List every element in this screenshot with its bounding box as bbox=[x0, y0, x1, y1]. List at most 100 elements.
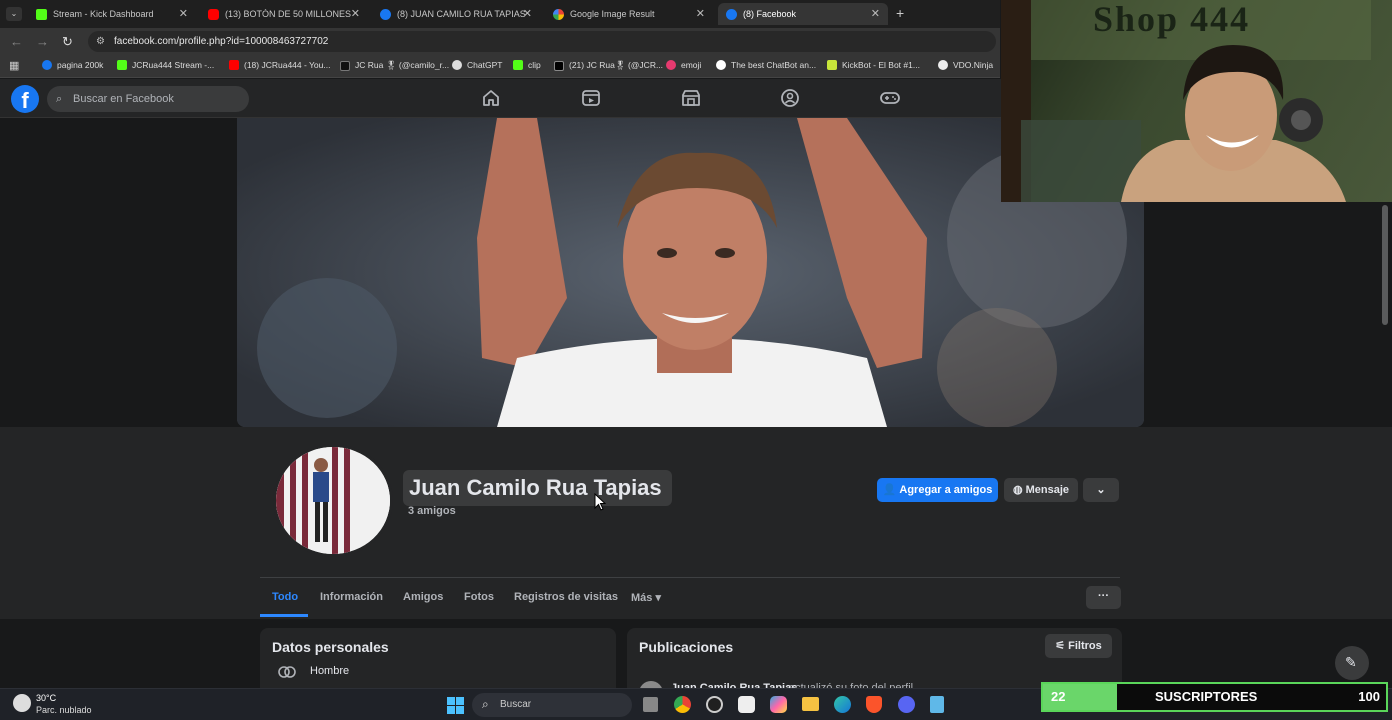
tab-title: (8) Facebook bbox=[743, 9, 797, 19]
subscriber-goal: 100 bbox=[1358, 689, 1380, 704]
tab-list-chevron-icon[interactable]: ⌄ bbox=[6, 7, 22, 21]
clip-icon bbox=[513, 60, 523, 70]
bookmark-item[interactable]: clip bbox=[513, 60, 541, 70]
compose-button[interactable]: ✎ bbox=[1335, 646, 1369, 680]
tab-title: (13) BOTÓN DE 50 MILLONES bbox=[225, 9, 352, 19]
gender-value: Hombre bbox=[310, 665, 350, 677]
groups-icon[interactable] bbox=[779, 87, 801, 109]
brave-icon[interactable] bbox=[866, 696, 882, 713]
video-icon[interactable] bbox=[580, 87, 602, 109]
youtube-icon bbox=[229, 60, 239, 70]
capcut-icon[interactable] bbox=[738, 696, 755, 713]
site-info-icon[interactable]: ⚙ bbox=[96, 31, 105, 52]
close-tab-icon[interactable]: ✕ bbox=[696, 7, 705, 20]
facebook-icon bbox=[726, 8, 737, 20]
chatbot-icon bbox=[716, 60, 726, 70]
facebook-icon bbox=[42, 60, 52, 70]
facebook-icon bbox=[380, 8, 391, 20]
bookmark-item[interactable]: ChatGPT bbox=[452, 60, 502, 70]
google-icon bbox=[553, 8, 564, 20]
close-tab-icon[interactable]: ✕ bbox=[351, 7, 360, 20]
url-field[interactable]: ⚙ facebook.com/profile.php?id=1000084637… bbox=[88, 31, 996, 52]
obs-icon[interactable] bbox=[706, 696, 723, 713]
youtube-icon bbox=[208, 8, 219, 20]
add-friend-button[interactable]: 👤 Agregar a amigos bbox=[877, 478, 998, 502]
chatgpt-icon bbox=[452, 60, 462, 70]
profile-header bbox=[0, 427, 1392, 619]
browser-tab-youtube[interactable]: (13) BOTÓN DE 50 MILLONES ✕ bbox=[200, 3, 368, 25]
bookmark-item[interactable]: (21) JC Rua🎖 (@JCR... bbox=[554, 60, 663, 71]
bookmark-item[interactable]: (18) JCRua444 - You... bbox=[229, 60, 330, 70]
windows-start-icon[interactable] bbox=[447, 697, 464, 714]
marketplace-icon[interactable] bbox=[680, 87, 702, 109]
tabs-divider bbox=[260, 577, 1120, 578]
forward-icon[interactable]: → bbox=[36, 34, 49, 49]
facebook-logo[interactable]: f bbox=[11, 85, 39, 113]
profile-more-dropdown[interactable]: ⌄ bbox=[1083, 478, 1119, 502]
posts-title: Publicaciones bbox=[639, 639, 734, 655]
close-tab-icon[interactable]: ✕ bbox=[523, 7, 532, 20]
close-tab-icon[interactable]: ✕ bbox=[179, 7, 188, 20]
notepad-icon[interactable] bbox=[930, 696, 944, 713]
subscriber-label: SUSCRIPTORES bbox=[1155, 689, 1258, 704]
filters-icon: ⚟ bbox=[1055, 640, 1066, 652]
emoji-icon bbox=[666, 60, 676, 70]
browser-tab-kick[interactable]: Stream - Kick Dashboard ✕ bbox=[28, 3, 196, 25]
x-icon bbox=[554, 60, 564, 71]
profile-picture[interactable] bbox=[273, 444, 393, 557]
url-text: facebook.com/profile.php?id=100008463727… bbox=[114, 36, 329, 47]
mouse-cursor-icon bbox=[594, 493, 606, 511]
message-button[interactable]: ◍ Mensaje bbox=[1004, 478, 1078, 502]
tab-fotos[interactable]: Fotos bbox=[464, 591, 494, 603]
subscriber-goal-bar: 22 SUSCRIPTORES 100 bbox=[1041, 682, 1388, 712]
bookmark-item[interactable]: JCRua444 Stream -... bbox=[117, 60, 214, 70]
search-placeholder: Buscar en Facebook bbox=[73, 93, 174, 105]
active-tab-indicator bbox=[260, 614, 308, 617]
weather-temp: 30°C bbox=[36, 693, 57, 703]
back-icon[interactable]: ← bbox=[10, 34, 23, 49]
bookmark-item[interactable]: KickBot - El Bot #1... bbox=[827, 60, 920, 70]
bookmark-item[interactable]: JC Rua 🎖 (@camilo_r... bbox=[340, 60, 449, 71]
copilot-icon[interactable] bbox=[770, 696, 787, 713]
filters-button[interactable]: ⚟ Filtros bbox=[1045, 634, 1112, 658]
tab-todo[interactable]: Todo bbox=[272, 591, 298, 603]
vdo-ninja-icon bbox=[938, 60, 948, 70]
messenger-icon: ◍ bbox=[1012, 484, 1023, 496]
address-bar-row: ← → ↻ ⚙ facebook.com/profile.php?id=1000… bbox=[0, 28, 1000, 55]
add-friend-icon: 👤 bbox=[882, 484, 897, 496]
profile-picture-image bbox=[276, 447, 390, 554]
tab-mas[interactable]: Más ▾ bbox=[631, 591, 661, 604]
close-tab-icon[interactable]: ✕ bbox=[871, 7, 880, 20]
browser-tab-google-image[interactable]: Google Image Result ✕ bbox=[545, 3, 713, 25]
profile-tabs-more-button[interactable]: ··· bbox=[1086, 586, 1121, 609]
weather-icon[interactable] bbox=[13, 694, 31, 712]
new-tab-button[interactable]: + bbox=[896, 5, 904, 21]
bookmark-item[interactable]: emoji bbox=[666, 60, 701, 70]
task-view-icon[interactable] bbox=[643, 697, 658, 712]
kickbot-icon bbox=[827, 60, 837, 70]
discord-icon[interactable] bbox=[898, 696, 915, 713]
file-explorer-icon[interactable] bbox=[802, 697, 819, 711]
home-icon[interactable] bbox=[480, 87, 502, 109]
bookmark-item[interactable]: pagina 200k bbox=[42, 60, 103, 70]
bookmark-item[interactable]: The best ChatBot an... bbox=[716, 60, 816, 70]
taskbar-search[interactable]: ⌕ Buscar bbox=[472, 693, 632, 717]
tab-registros-de-visitas[interactable]: Registros de visitas bbox=[514, 591, 618, 603]
page-scrollbar[interactable] bbox=[1382, 205, 1388, 325]
edge-icon[interactable] bbox=[834, 696, 851, 713]
kick-icon bbox=[36, 8, 47, 20]
chrome-icon[interactable] bbox=[674, 696, 691, 713]
browser-tab-facebook-profile[interactable]: (8) JUAN CAMILO RUA TAPIAS ✕ bbox=[372, 3, 540, 25]
browser-tab-facebook[interactable]: (8) Facebook ✕ bbox=[718, 3, 888, 25]
tab-title: Google Image Result bbox=[570, 9, 655, 19]
tab-title: (8) JUAN CAMILO RUA TAPIAS bbox=[397, 9, 525, 19]
gaming-icon[interactable] bbox=[879, 87, 901, 109]
tab-amigos[interactable]: Amigos bbox=[403, 591, 443, 603]
reload-icon[interactable]: ↻ bbox=[62, 34, 73, 50]
apps-grid-icon[interactable]: ▦ bbox=[9, 59, 19, 72]
tiktok-icon bbox=[340, 60, 350, 71]
facebook-search-input[interactable]: ⌕ Buscar en Facebook bbox=[47, 86, 249, 112]
friends-count[interactable]: 3 amigos bbox=[408, 505, 456, 517]
tab-informacion[interactable]: Información bbox=[320, 591, 383, 603]
bookmark-item[interactable]: VDO.Ninja bbox=[938, 60, 993, 70]
